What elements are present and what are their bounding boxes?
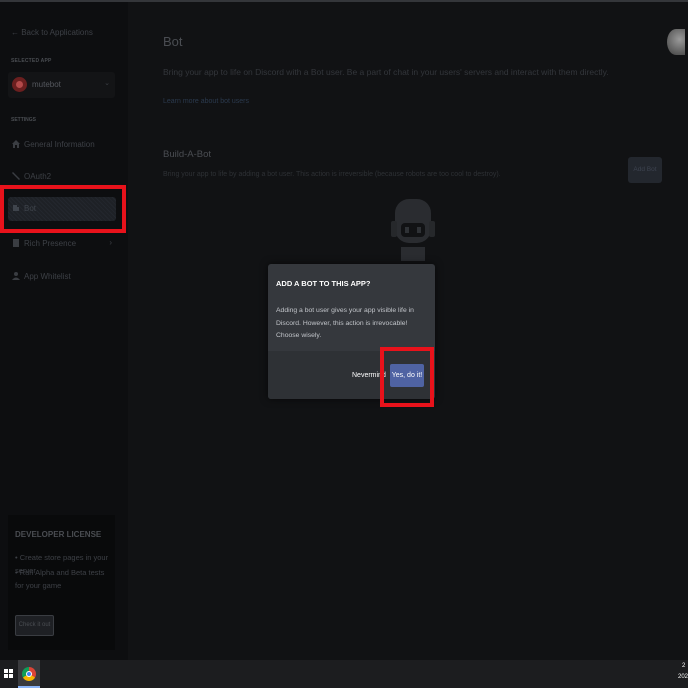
app-name: mutebot [32,80,61,89]
build-a-bot-description: Bring your app to life by adding a bot u… [163,171,501,178]
windows-start-icon[interactable] [4,669,13,678]
user-avatar[interactable] [667,29,685,55]
sidebar-item-label: App Whitelist [24,272,71,281]
highlight-box-bot [0,185,126,233]
app-selector[interactable]: mutebot ⌄ [8,72,115,98]
learn-more-link[interactable]: Learn more about bot users [163,98,249,105]
clock-time[interactable]: 2 [682,663,685,669]
clock-date[interactable]: 202 [678,674,688,680]
app-avatar [12,77,27,92]
sidebar-item-rich-presence[interactable]: Rich Presence › [8,232,116,256]
sidebar: ← Back to Applications SELECTED APP mute… [0,2,128,660]
chrome-icon [22,667,36,681]
sidebar-item-general-information[interactable]: General Information [8,133,116,157]
developer-license-title: DEVELOPER LICENSE [15,530,102,539]
sidebar-item-app-whitelist[interactable]: App Whitelist [8,265,116,289]
page-title: Bot [163,34,183,49]
person-icon [11,271,21,283]
sidebar-item-label: General Information [24,140,95,149]
wrench-icon [11,171,21,183]
settings-label: SETTINGS [11,117,37,123]
sidebar-item-label: OAuth2 [24,172,52,181]
chrome-taskbar-button[interactable] [18,660,40,688]
robot-icon [391,199,435,261]
back-to-applications-link[interactable]: ← Back to Applications [11,28,93,37]
chevron-right-icon: › [109,238,112,247]
dialog-body: Adding a bot user gives your app visible… [276,307,414,339]
dialog-title: ADD A BOT TO THIS APP? [276,279,371,288]
add-bot-button[interactable]: Add Bot [628,157,662,183]
highlight-box-confirm [380,347,434,407]
developer-license-card: DEVELOPER LICENSE • Create store pages i… [8,515,115,650]
license-bullet: • Run Alpha and Beta tests for your game [15,568,105,590]
sidebar-item-label: Rich Presence [24,239,77,248]
page-description: Bring your app to life on Discord with a… [163,67,609,77]
taskbar: 2 202 [0,660,688,688]
document-icon [11,238,21,250]
selected-app-label: SELECTED APP [11,58,52,64]
home-icon [11,139,21,151]
chevron-down-icon: ⌄ [104,80,110,87]
build-a-bot-title: Build-A-Bot [163,149,212,160]
check-it-out-button[interactable]: Check it out [15,615,54,636]
